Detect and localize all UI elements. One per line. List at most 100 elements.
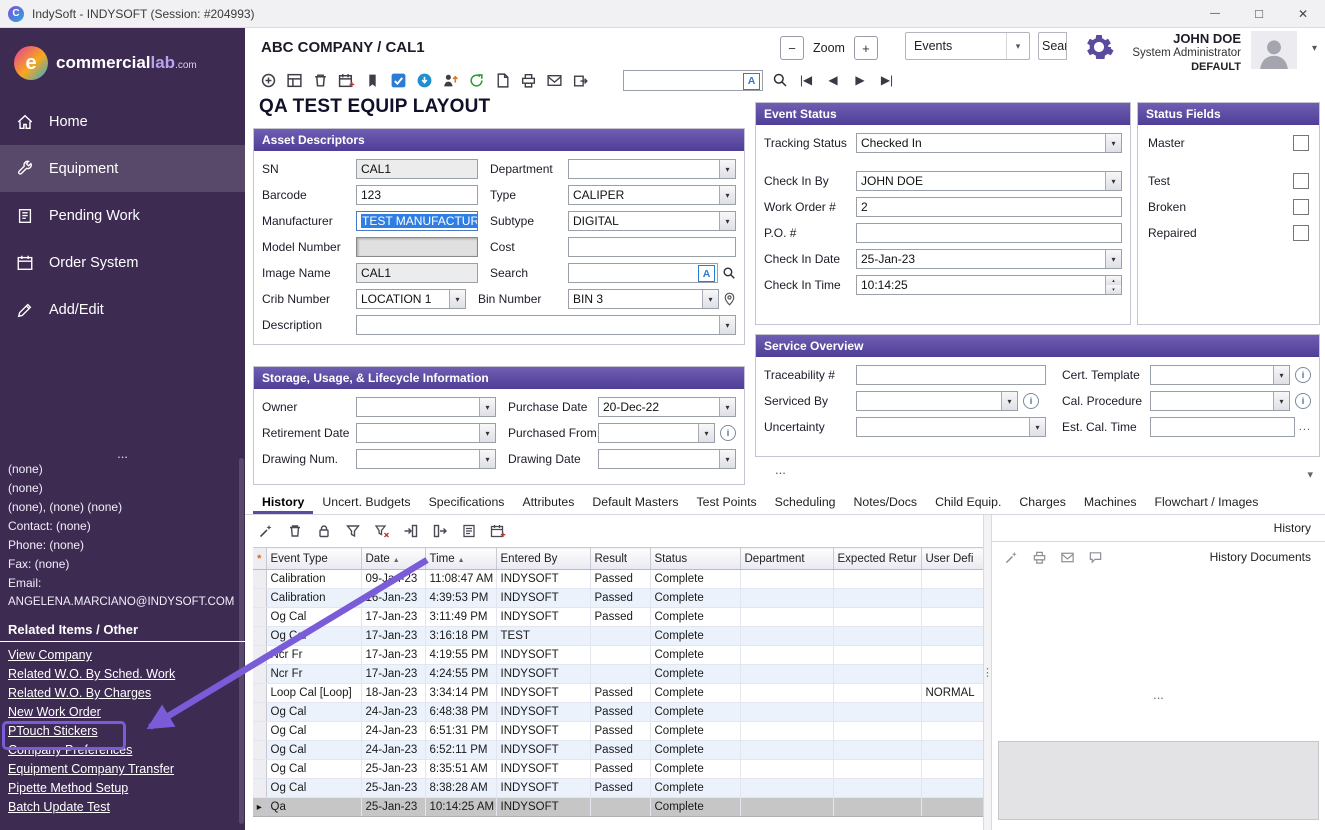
- last-record-icon[interactable]: ▶|: [877, 73, 897, 87]
- type-combo[interactable]: CALIPER: [568, 185, 736, 205]
- history-row[interactable]: Ncr Fr17-Jan-234:24:55 PMINDYSOFTComplet…: [253, 665, 983, 684]
- manufacturer-input[interactable]: TEST MANUFACTURER: [356, 211, 478, 231]
- sidebar-ellipsis[interactable]: ...: [0, 446, 245, 461]
- col-time[interactable]: Time: [425, 548, 496, 570]
- minimize-button[interactable]: [1193, 0, 1237, 27]
- related-link-equipment-company-transfer[interactable]: Equipment Company Transfer: [0, 760, 245, 779]
- related-link-ptouch-stickers[interactable]: PTouch Stickers: [0, 722, 245, 741]
- zoom-out-button[interactable]: [780, 36, 804, 60]
- check-in-circle-icon[interactable]: [415, 71, 434, 90]
- user-menu-chevron-icon[interactable]: [1312, 43, 1317, 54]
- owner-combo[interactable]: [356, 397, 496, 417]
- history-row[interactable]: Og Cal24-Jan-236:51:31 PMINDYSOFTPassedC…: [253, 722, 983, 741]
- history-row[interactable]: Og Cal24-Jan-236:48:38 PMINDYSOFTPassedC…: [253, 703, 983, 722]
- sidebar-scrollbar[interactable]: [239, 458, 244, 824]
- checkbox-broken[interactable]: [1293, 199, 1309, 215]
- tab-default-masters[interactable]: Default Masters: [583, 489, 687, 514]
- col-status[interactable]: Status: [650, 548, 740, 570]
- history-row[interactable]: Og Cal17-Jan-233:16:18 PMTESTComplete: [253, 627, 983, 646]
- checkbox-test[interactable]: [1293, 173, 1309, 189]
- drawing-date-combo[interactable]: [598, 449, 736, 469]
- sidebar-item-order-system[interactable]: Order System: [0, 239, 245, 286]
- serviced-by-combo[interactable]: [856, 391, 1018, 411]
- checkbox-master[interactable]: [1293, 135, 1309, 151]
- filter-icon[interactable]: [344, 522, 362, 540]
- check-in-by-combo[interactable]: JOHN DOE: [856, 171, 1122, 191]
- filter-clear-icon[interactable]: [373, 522, 391, 540]
- image-name-input[interactable]: CAL1: [356, 263, 478, 283]
- print-icon[interactable]: [519, 71, 538, 90]
- info-icon[interactable]: [720, 425, 736, 441]
- add-icon[interactable]: [259, 71, 278, 90]
- print-icon[interactable]: [1030, 548, 1048, 566]
- settings-gear-icon[interactable]: [1083, 31, 1115, 63]
- sidebar-item-equipment[interactable]: Equipment: [0, 145, 245, 192]
- export-window-icon[interactable]: [571, 71, 590, 90]
- barcode-input[interactable]: 123: [356, 185, 478, 205]
- tab-charges[interactable]: Charges: [1010, 489, 1074, 514]
- email-icon[interactable]: [1058, 548, 1076, 566]
- browse-ellipsis-button[interactable]: [1299, 421, 1311, 433]
- check-out-door-icon[interactable]: [431, 522, 449, 540]
- bin-number-combo[interactable]: BIN 3: [568, 289, 719, 309]
- layout-icon[interactable]: [285, 71, 304, 90]
- email-icon[interactable]: [545, 71, 564, 90]
- verify-refresh-icon[interactable]: [467, 71, 486, 90]
- delete-icon[interactable]: [286, 522, 304, 540]
- cost-input[interactable]: [568, 237, 736, 257]
- documents-ellipsis[interactable]: ...: [992, 687, 1325, 702]
- first-record-icon[interactable]: |◀: [796, 73, 816, 87]
- comment-icon[interactable]: [1086, 548, 1104, 566]
- col-event-type[interactable]: Event Type: [266, 548, 361, 570]
- related-link-batch-update-test[interactable]: Batch Update Test: [0, 798, 245, 817]
- work-order-input[interactable]: 2: [856, 197, 1122, 217]
- related-link-company-preferences[interactable]: Company Preferences: [0, 741, 245, 760]
- collapse-ellipsis[interactable]: ...: [775, 462, 786, 477]
- new-event-icon[interactable]: [337, 71, 356, 90]
- delete-icon[interactable]: [311, 71, 330, 90]
- col-date[interactable]: Date: [361, 548, 425, 570]
- lock-icon[interactable]: [315, 522, 333, 540]
- zoom-in-button[interactable]: [854, 36, 878, 60]
- tracking-status-combo[interactable]: Checked In: [856, 133, 1122, 153]
- tab-attributes[interactable]: Attributes: [513, 489, 583, 514]
- cal-procedure-combo[interactable]: [1150, 391, 1290, 411]
- previous-record-icon[interactable]: ◀: [823, 73, 843, 87]
- tab-scheduling[interactable]: Scheduling: [766, 489, 845, 514]
- subtype-combo[interactable]: DIGITAL: [568, 211, 736, 231]
- related-link-related-w-o-by-charges[interactable]: Related W.O. By Charges: [0, 684, 245, 703]
- history-row[interactable]: Loop Cal [Loop]18-Jan-233:34:14 PMINDYSO…: [253, 684, 983, 703]
- history-row[interactable]: Calibration16-Jan-234:39:53 PMINDYSOFTPa…: [253, 589, 983, 608]
- retirement-date-combo[interactable]: [356, 423, 496, 443]
- history-row[interactable]: Og Cal17-Jan-233:11:49 PMINDYSOFTPassedC…: [253, 608, 983, 627]
- po-input[interactable]: [856, 223, 1122, 243]
- collapse-chevron-icon[interactable]: [1307, 468, 1313, 481]
- col-user-defined[interactable]: User Defi: [921, 548, 983, 570]
- tab-child-equip[interactable]: Child Equip.: [926, 489, 1010, 514]
- history-row[interactable]: Og Cal25-Jan-238:38:28 AMINDYSOFTPassedC…: [253, 779, 983, 798]
- avatar[interactable]: [1251, 31, 1297, 69]
- info-icon[interactable]: [1295, 367, 1311, 383]
- drawing-num-combo[interactable]: [356, 449, 496, 469]
- new-event-icon[interactable]: [489, 522, 507, 540]
- check-in-date-combo[interactable]: 25-Jan-23: [856, 249, 1122, 269]
- tab-notes-docs[interactable]: Notes/Docs: [845, 489, 927, 514]
- global-search-input[interactable]: Search: [1038, 32, 1067, 60]
- maximize-button[interactable]: [1237, 0, 1281, 27]
- sidebar-item-add-edit[interactable]: Add/Edit: [0, 286, 245, 333]
- est-cal-time-input[interactable]: [1150, 417, 1295, 437]
- related-link-pipette-method-setup[interactable]: Pipette Method Setup: [0, 779, 245, 798]
- font-a-icon[interactable]: [743, 73, 760, 90]
- uncertainty-combo[interactable]: [856, 417, 1046, 437]
- purchase-date-combo[interactable]: 20-Dec-22: [598, 397, 736, 417]
- brand-logo[interactable]: commerciallab.com: [0, 28, 245, 98]
- model-number-input[interactable]: [356, 237, 478, 257]
- toolbar-search-input[interactable]: [623, 70, 763, 91]
- tab-specifications[interactable]: Specifications: [420, 489, 514, 514]
- tab-history[interactable]: History: [253, 489, 313, 514]
- report-icon[interactable]: [460, 522, 478, 540]
- col-entered-by[interactable]: Entered By: [496, 548, 590, 570]
- document-icon[interactable]: [493, 71, 512, 90]
- history-row[interactable]: Og Cal25-Jan-238:35:51 AMINDYSOFTPassedC…: [253, 760, 983, 779]
- spinner-arrows-icon[interactable]: [1105, 276, 1121, 294]
